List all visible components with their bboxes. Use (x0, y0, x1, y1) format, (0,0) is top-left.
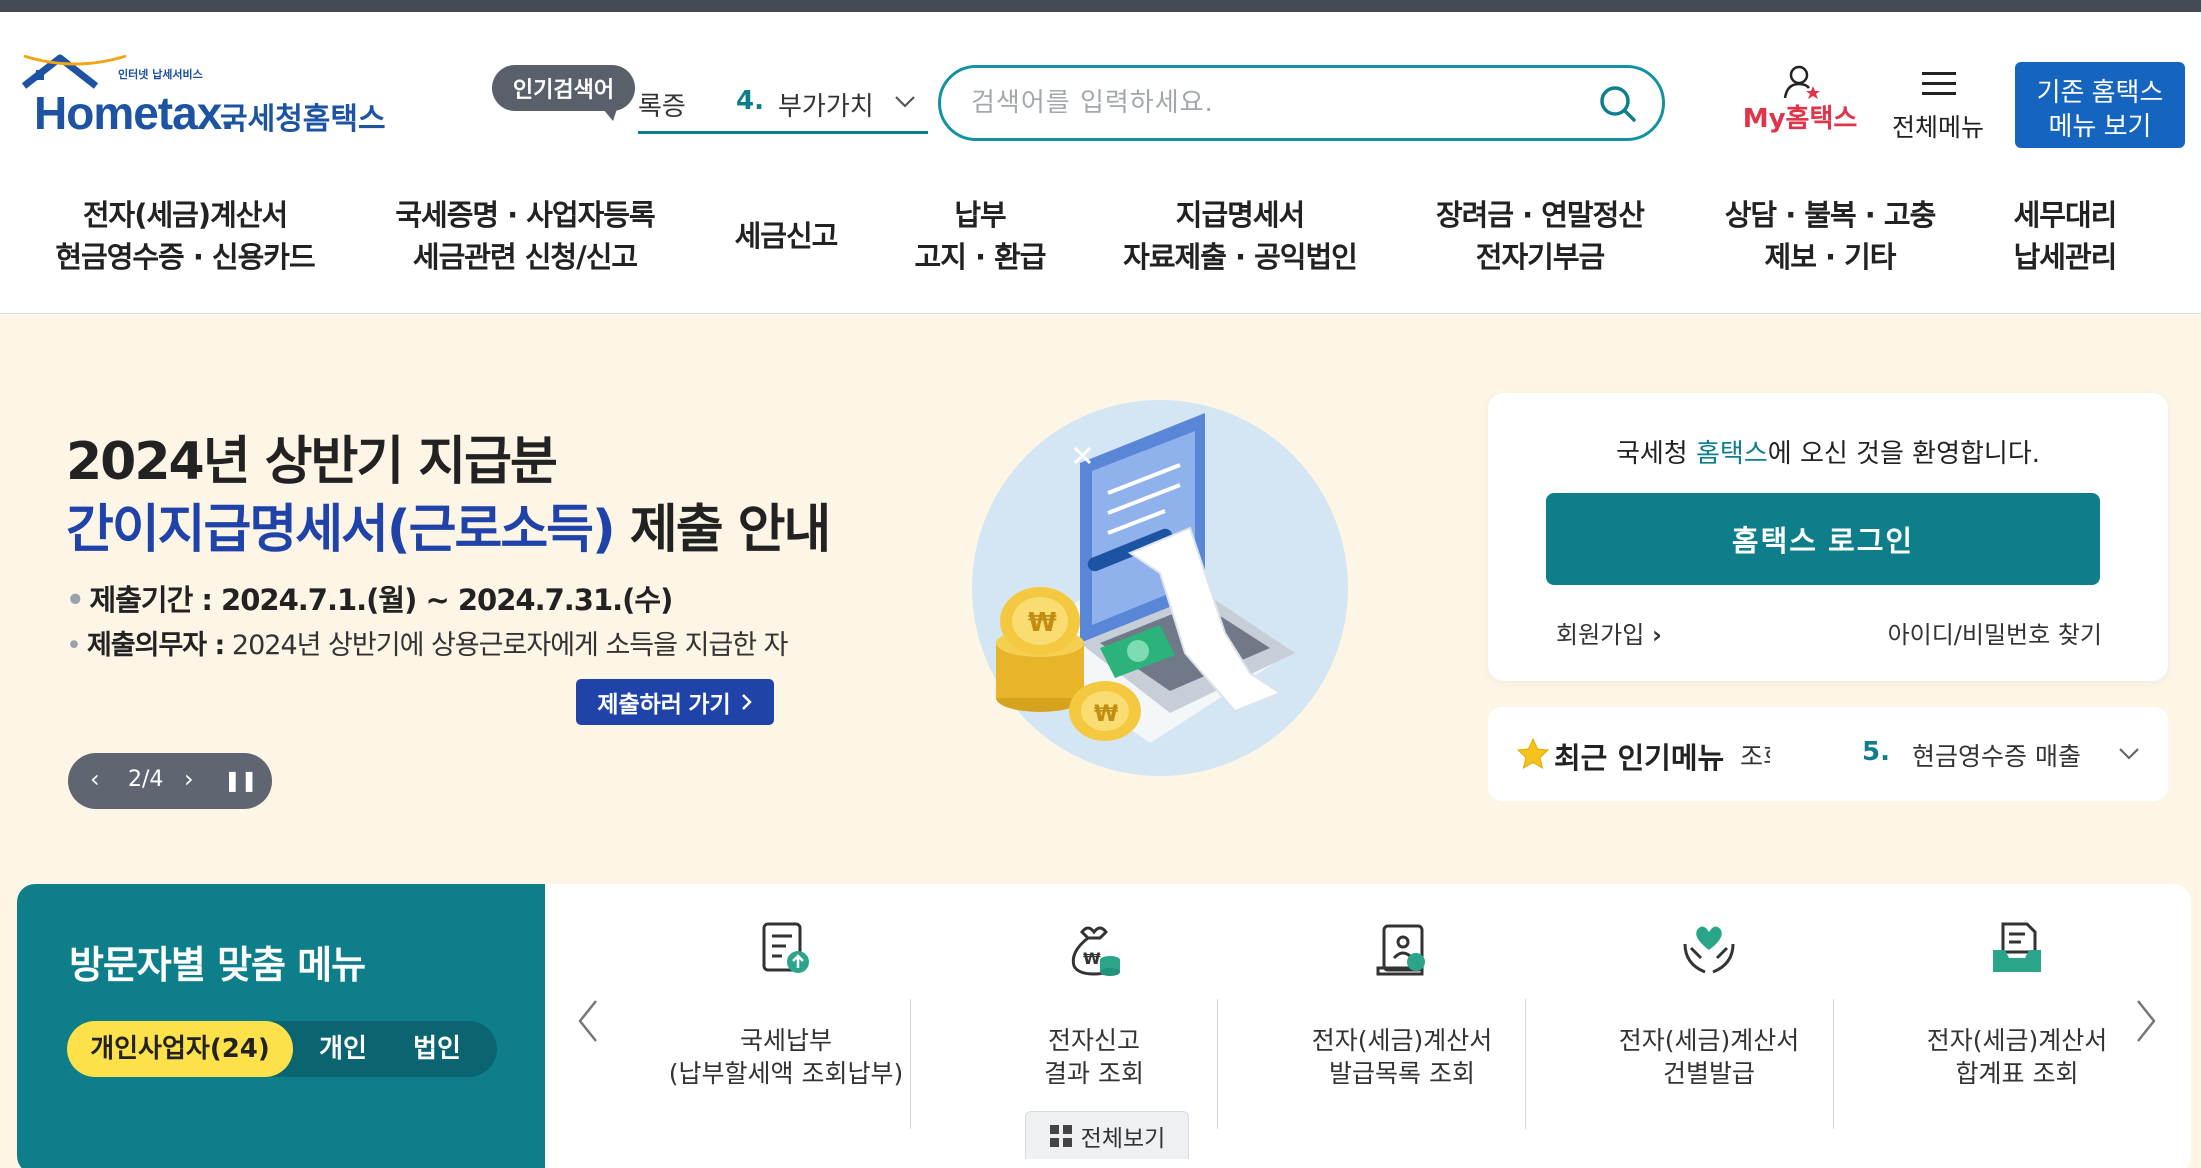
quick-item-invoice-issue[interactable]: 전자(세금)계산서 건별발급 (1555, 918, 1863, 1158)
classic-menu-line1: 기존 홈택스 (2036, 77, 2164, 107)
all-menu-label: 전체메뉴 (1891, 113, 1984, 142)
chevron-down-icon[interactable] (2118, 739, 2140, 767)
popular-menu-title: 최근 인기메뉴 (1554, 741, 1725, 775)
gnb-item-incentive[interactable]: 장려금 · 연말정산 전자기부금 (1420, 194, 1660, 284)
document-tray-icon (1993, 922, 2041, 972)
grid-icon (1049, 1124, 1072, 1147)
hometax-logo[interactable]: 인터넷 납세서비스 Hometax. 국세청홈택스 (20, 52, 390, 152)
login-card: 국세청 홈택스에 오신 것을 환영합니다. 홈택스 로그인 회원가입 › 아이디… (1488, 393, 2168, 681)
ticker-rank-number: 4. (736, 86, 764, 116)
heart-hands-icon (1683, 926, 1735, 974)
all-menu-button[interactable]: 전체메뉴 (1878, 68, 1998, 148)
quick-item-label: 전자신고 결과 조회 (1044, 1026, 1144, 1088)
svg-text:₩: ₩ (1083, 949, 1101, 968)
quick-item-label: 전자(세금)계산서 건별발급 (1618, 1026, 1800, 1088)
my-hometax-label: My홈택스 (1742, 104, 1858, 134)
chevron-right-icon: › (1651, 621, 1662, 649)
visitor-tabs: 개인사업자(24) 개인 법인 (67, 1021, 497, 1077)
signup-link[interactable]: 회원가입 › (1556, 615, 1662, 650)
hero-title-line1: 2024년 상반기 지급분 (66, 432, 558, 492)
gnb-item-certificates[interactable]: 국세증명 · 사업자등록 세금관련 신청/신고 (380, 194, 670, 284)
hero-banner: 2024년 상반기 지급분 간이지급명세서(근로소득) 제출 안내 • 제출기간 … (0, 315, 2201, 1168)
chevron-down-icon[interactable] (894, 90, 916, 115)
hero-title-line2: 간이지급명세서(근로소득) 제출 안내 (66, 500, 831, 560)
laptop-coins-illustration: ₩ ₩ (972, 400, 1348, 776)
gnb-item-e-invoice[interactable]: 전자(세금)계산서 현금영수증 · 신용카드 (40, 194, 330, 284)
gnb-item-tax-agent[interactable]: 세무대리 납세관리 (1990, 194, 2140, 284)
gnb-item-payment-statement[interactable]: 지급명세서 자료제출 · 공익법인 (1110, 194, 1370, 284)
quick-menu-panel: 국세납부 (납부할세액 조회납부) ₩ 전자신고 결과 조회 전자(세금)계산서… (545, 884, 2191, 1168)
view-all-button[interactable]: 전체보기 (1025, 1111, 1189, 1159)
classic-menu-button[interactable]: 기존 홈택스 메뉴 보기 (2015, 62, 2185, 148)
quick-item-tax-payment[interactable]: 국세납부 (납부할세액 조회납부) (632, 918, 940, 1158)
popular-search-ticker[interactable]: 록증 4. 부가가치 (638, 76, 928, 134)
divider (1525, 999, 1526, 1129)
visitor-menu-title: 방문자별 맞춤 메뉴 (69, 943, 366, 987)
ticker-keyword[interactable]: 부가가치 (778, 86, 878, 123)
hero-bullet-obligor: • 제출의무자 : 2024년 상반기에 상용근로자에게 소득을 지급한 자 (66, 630, 789, 661)
svg-text:₩: ₩ (1028, 608, 1057, 638)
popular-menu-rank: 5. (1862, 737, 1890, 767)
user-star-icon (1783, 65, 1820, 99)
popular-search-tag: 인기검색어 (492, 65, 635, 121)
chevron-right-icon (741, 694, 752, 710)
divider (1833, 999, 1834, 1129)
logo-swoosh-icon (23, 54, 127, 66)
popular-menu-item[interactable]: 현금영수증 매출 (1912, 737, 2081, 773)
search-icon[interactable] (1596, 82, 1640, 126)
money-bag-icon: ₩ (1071, 926, 1120, 976)
quick-item-label: 국세납부 (납부할세액 조회납부) (668, 1026, 904, 1088)
classic-menu-line2: 메뉴 보기 (2048, 111, 2152, 141)
divider (1217, 999, 1218, 1129)
main-navigation: 전자(세금)계산서 현금영수증 · 신용카드 국세증명 · 사업자등록 세금관련 신… (0, 172, 2201, 314)
logo-korean: 국세청홈택스 (220, 102, 386, 137)
slide-prev-icon[interactable]: ‹ (90, 765, 100, 793)
divider (910, 999, 911, 1129)
tab-individual[interactable]: 개인 (303, 1021, 383, 1077)
tax-payment-icon (762, 922, 809, 973)
slide-indicator: 2/4 (128, 767, 164, 792)
quick-item-invoice-list[interactable]: 전자(세금)계산서 발급목록 조회 (1248, 918, 1556, 1158)
star-icon (1516, 737, 1550, 770)
quick-item-label: 전자(세금)계산서 발급목록 조회 (1311, 1026, 1493, 1088)
my-hometax-button[interactable]: My홈택스 (1740, 64, 1860, 174)
popular-menu-card[interactable]: 최근 인기메뉴 조회 5. 현금영수증 매출 (1488, 707, 2168, 801)
find-id-password-link[interactable]: 아이디/비밀번호 찾기 (1888, 615, 2102, 650)
logo-subtitle: 인터넷 납세서비스 (118, 68, 203, 81)
search-box (938, 65, 1665, 141)
tab-corporation[interactable]: 법인 (397, 1021, 477, 1077)
slide-next-icon[interactable]: › (184, 765, 194, 793)
top-bar (0, 0, 2201, 12)
logo-wordmark: Hometax. (34, 87, 234, 139)
search-input[interactable] (971, 82, 1571, 124)
gnb-item-payment[interactable]: 납부 고지 · 환급 (890, 194, 1070, 284)
quick-next-arrow-icon[interactable] (2135, 999, 2157, 1053)
quick-item-label: 전자(세금)계산서 합계표 조회 (1926, 1026, 2108, 1088)
hamburger-icon (1922, 72, 1956, 95)
slider-controls: ‹ 2/4 › ❚❚ (68, 753, 272, 809)
ticker-previous: 록증 (638, 92, 686, 122)
gnb-item-consult[interactable]: 상담 · 불복 · 고충 제보 · 기타 (1705, 194, 1955, 284)
quick-prev-arrow-icon[interactable] (577, 999, 599, 1053)
login-button[interactable]: 홈택스 로그인 (1546, 493, 2100, 585)
header: 인터넷 납세서비스 Hometax. 국세청홈택스 인기검색어 록증 4. 부가… (0, 12, 2201, 172)
welcome-message: 국세청 홈택스에 오신 것을 환영합니다. (1615, 439, 2041, 469)
visitor-menu-panel: 방문자별 맞춤 메뉴 개인사업자(24) 개인 법인 (17, 884, 545, 1168)
pause-icon[interactable]: ❚❚ (224, 768, 258, 792)
quick-item-invoice-summary[interactable]: 전자(세금)계산서 합계표 조회 (1863, 918, 2171, 1158)
tab-individual-business[interactable]: 개인사업자(24) (67, 1021, 293, 1077)
gnb-item-tax-report[interactable]: 세금신고 (716, 215, 856, 305)
submit-cta-button[interactable]: 제출하러 가기 (576, 679, 774, 725)
hero-bullet-period: • 제출기간 : 2024.7.1.(월) ~ 2024.7.31.(수) (66, 583, 673, 617)
popular-menu-previous: 조회 (1740, 742, 1770, 771)
invoice-list-icon (1376, 924, 1425, 976)
svg-text:₩: ₩ (1094, 702, 1118, 727)
